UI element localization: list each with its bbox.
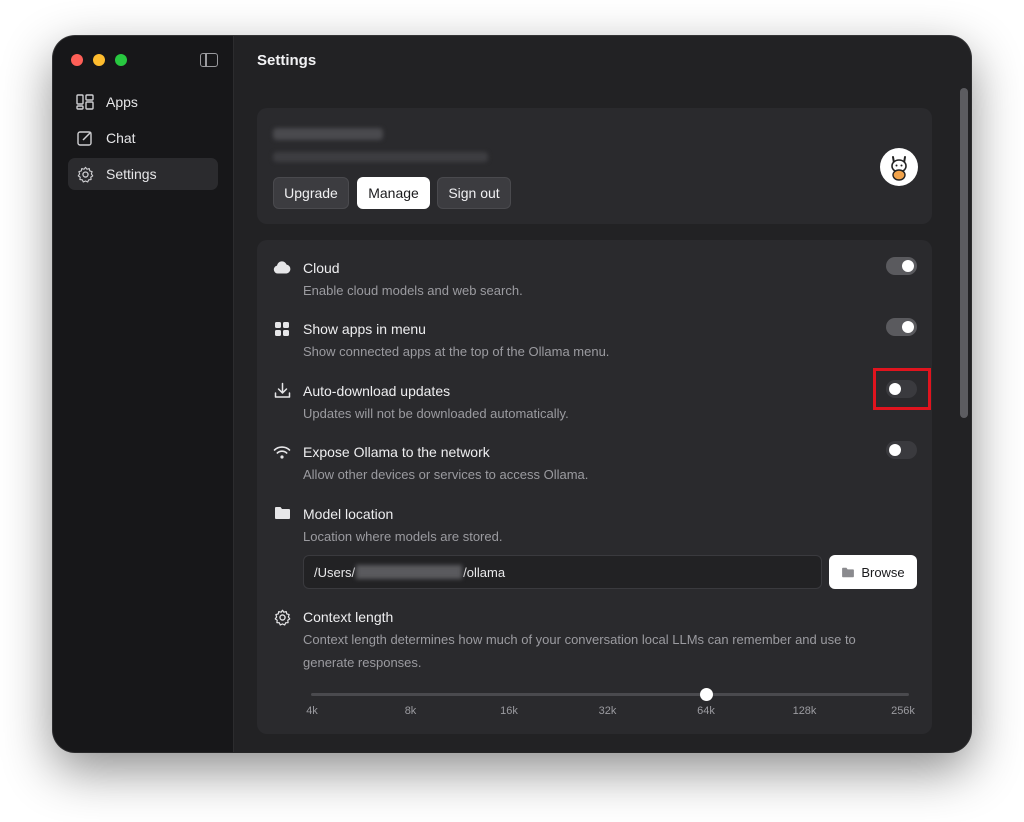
account-email-redacted — [273, 152, 488, 162]
account-name-redacted — [273, 128, 383, 140]
sidebar-item-settings[interactable]: Settings — [68, 158, 218, 190]
setting-title-auto-download: Auto-download updates — [303, 383, 451, 399]
setting-desc-show-apps: Show connected apps at the top of the Ol… — [303, 344, 610, 359]
app-window: Apps Chat Settings Settings Upgrade Mana… — [53, 36, 971, 752]
sidebar-item-label: Chat — [106, 130, 136, 146]
minimize-window-button[interactable] — [93, 54, 105, 66]
sidebar-item-label: Settings — [106, 166, 157, 182]
slider-tick-label: 4k — [306, 705, 318, 717]
sidebar-toggle-icon[interactable] — [200, 53, 218, 67]
setting-desc-cloud: Enable cloud models and web search. — [303, 283, 523, 298]
slider-tick-label: 8k — [404, 705, 417, 717]
zoom-window-button[interactable] — [115, 54, 127, 66]
context-length-slider[interactable] — [311, 693, 909, 696]
slider-tick-label: 64k — [697, 705, 715, 717]
slider-tick-label: 16k — [500, 705, 518, 717]
manage-button[interactable]: Manage — [357, 177, 430, 209]
setting-title-cloud: Cloud — [303, 260, 340, 276]
settings-card: Cloud Enable cloud models and web search… — [257, 240, 932, 734]
folder-icon — [842, 567, 855, 577]
sidebar-item-chat[interactable]: Chat — [68, 122, 218, 154]
edit-icon — [76, 129, 94, 147]
download-icon — [273, 381, 291, 399]
slider-tick-label: 256k — [891, 705, 915, 717]
setting-title-show-apps: Show apps in menu — [303, 321, 426, 337]
wifi-icon — [273, 443, 291, 461]
upgrade-button[interactable]: Upgrade — [273, 177, 349, 209]
apps-icon — [76, 93, 94, 111]
sign-out-button[interactable]: Sign out — [437, 177, 511, 209]
page-title: Settings — [257, 52, 317, 69]
context-length-desc: Context length determines how much of yo… — [303, 632, 856, 670]
cloud-icon — [273, 258, 291, 276]
cloud-toggle[interactable] — [886, 257, 917, 275]
model-location-title: Model location — [303, 506, 394, 522]
context-length-title: Context length — [303, 609, 394, 625]
browse-button[interactable]: Browse — [829, 555, 917, 589]
model-path-field[interactable]: /Users/ /ollama — [303, 555, 822, 589]
folder-icon — [273, 504, 291, 522]
settings-gear-icon — [273, 608, 291, 626]
sidebar-item-apps[interactable]: Apps — [68, 86, 218, 118]
browse-label: Browse — [861, 564, 905, 580]
path-suffix: /ollama — [463, 564, 506, 580]
redacted-username — [356, 565, 463, 579]
setting-desc-expose: Allow other devices or services to acces… — [303, 467, 589, 482]
setting-title-expose: Expose Ollama to the network — [303, 444, 490, 460]
close-window-button[interactable] — [71, 54, 83, 66]
expose-network-toggle[interactable] — [886, 441, 917, 459]
slider-tick-label: 128k — [792, 705, 817, 717]
model-location-desc: Location where models are stored. — [303, 529, 503, 544]
sidebar: Apps Chat Settings — [53, 36, 234, 752]
grid-icon — [273, 320, 291, 338]
gear-icon — [76, 165, 94, 183]
slider-tick-label: 32k — [598, 705, 617, 717]
scrollbar[interactable] — [960, 88, 968, 418]
llama-avatar-icon[interactable] — [880, 148, 918, 186]
setting-desc-auto-download: Updates will not be downloaded automatic… — [303, 406, 569, 421]
sidebar-item-label: Apps — [106, 94, 138, 110]
show-apps-toggle[interactable] — [886, 318, 917, 336]
path-prefix: /Users/ — [314, 564, 356, 580]
account-card: Upgrade Manage Sign out — [257, 108, 932, 224]
highlight-box — [873, 368, 931, 410]
context-length-slider-thumb[interactable] — [699, 688, 713, 701]
